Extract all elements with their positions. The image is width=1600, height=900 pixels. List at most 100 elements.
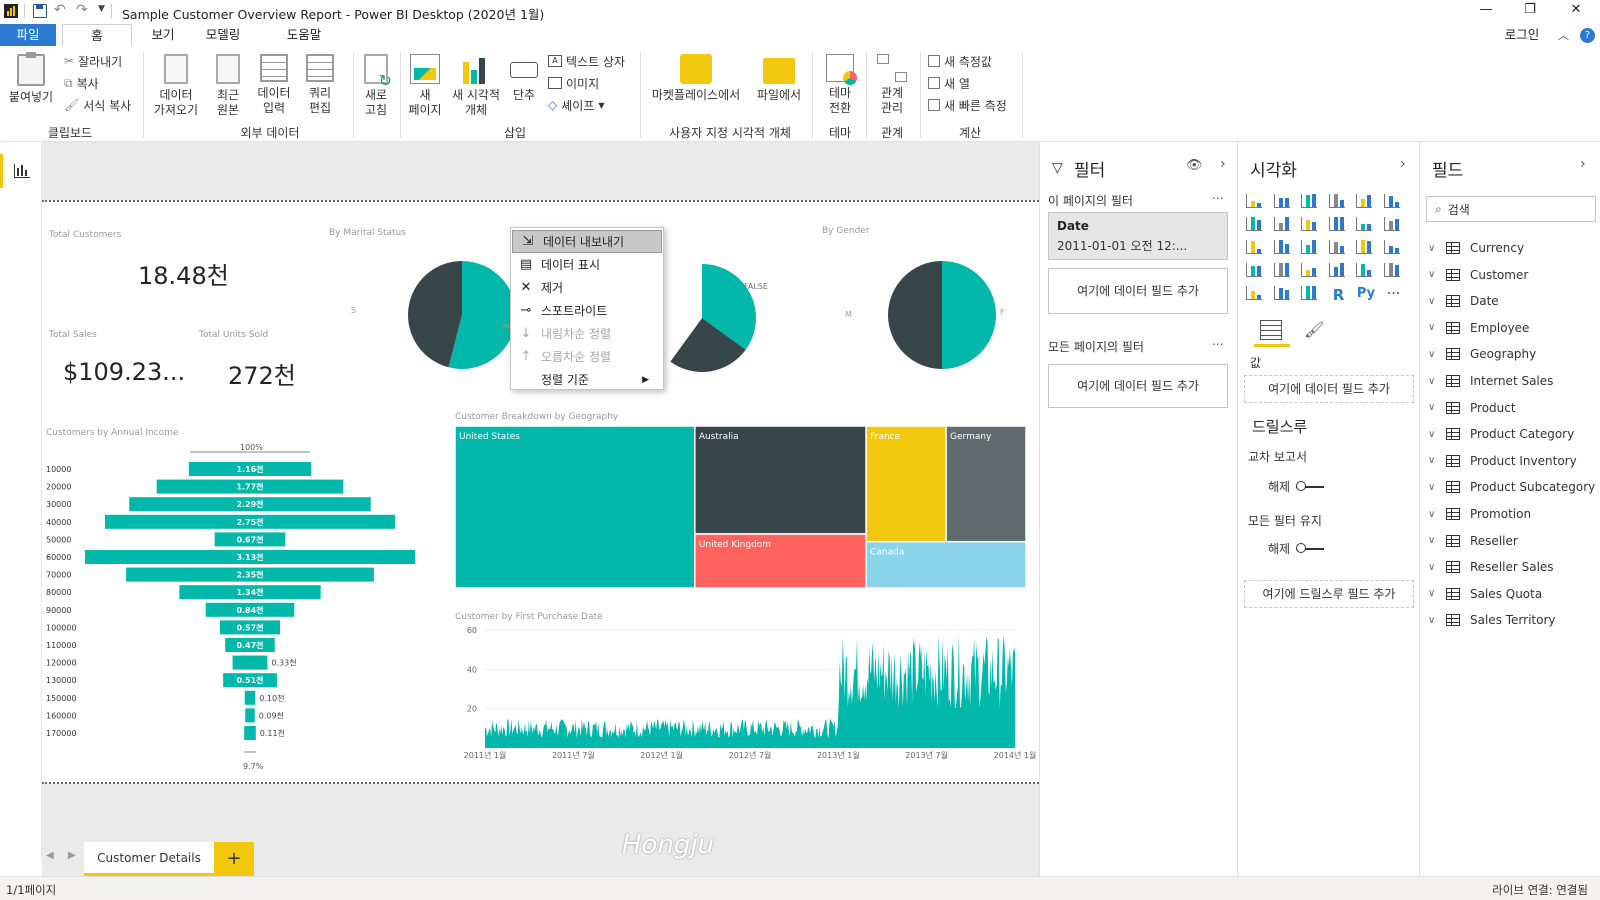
card-visual-icon[interactable] [1328,263,1345,277]
line-clustered-visual-icon[interactable] [1356,217,1372,231]
menu-export-data[interactable]: ⇲ 데이터 내보내기 [512,230,662,253]
expand-chevron-icon[interactable]: ∨ [1428,269,1442,280]
save-icon[interactable] [33,4,47,18]
textbox-button[interactable]: A 텍스트 상자 [548,52,625,70]
expand-chevron-icon[interactable]: ∨ [1428,243,1442,254]
funnel-bar-170000[interactable] [244,726,256,740]
manage-relations-button[interactable]: 관계 관리 [872,54,912,116]
tab-view[interactable]: 보기 [140,24,186,46]
stacked-bar-visual-icon[interactable] [1246,194,1262,208]
field-table-internet-sales[interactable]: ∨ Internet Sales [1428,371,1553,391]
marketplace-button[interactable]: 마켓플레이스에서 [648,54,744,103]
field-table-sales-territory[interactable]: ∨ Sales Territory [1428,610,1556,630]
format-painter-button[interactable]: 🖌 서식 복사 [64,96,131,114]
expand-chevron-icon[interactable]: ∨ [1428,535,1442,546]
report-view-icon[interactable] [14,164,30,178]
tab-file[interactable]: 파일 [0,24,56,46]
expand-chevron-icon[interactable]: ∨ [1428,562,1442,573]
treemap-tile-france[interactable] [865,425,947,543]
treemap-visual-icon[interactable] [1383,240,1400,254]
cut-button[interactable]: ✂ 잘라내기 [64,52,122,70]
first-purchase-area-chart[interactable]: 20 40 60 2011년 1월 2011년 7월 2012년 1월 2012년 7월 20… [455,626,1037,776]
login-link[interactable]: 로그인 [1500,24,1544,46]
stacked-column-visual-icon[interactable] [1273,194,1290,208]
new-quick-measure-button[interactable]: 새 빠른 측정 [928,96,1007,114]
funnel-visual-icon[interactable] [1273,240,1290,254]
collapse-fields-icon[interactable]: › [1580,156,1586,172]
funnel-bar-150000[interactable] [244,690,256,705]
expand-chevron-icon[interactable]: ∨ [1428,402,1442,413]
marital-status-pie-chart[interactable] [322,252,522,382]
expand-chevron-icon[interactable]: ∨ [1428,296,1442,307]
copy-button[interactable]: ⧉ 복사 [64,74,99,92]
fields-well-tab-icon[interactable] [1260,320,1282,340]
field-table-employee[interactable]: ∨ Employee [1428,318,1529,338]
r-script-visual-icon[interactable]: R [1329,286,1349,306]
refresh-button[interactable]: ↻ 새로 고침 [356,54,396,118]
new-page-button[interactable]: 새 페이지 [404,54,446,118]
field-table-currency[interactable]: ∨ Currency [1428,238,1524,258]
this-page-drop-well[interactable]: 여기에 데이터 필드 추가 [1048,268,1228,314]
field-table-product-category[interactable]: ∨ Product Category [1428,424,1574,444]
field-table-reseller[interactable]: ∨ Reseller [1428,531,1518,551]
gauge-visual-icon[interactable] [1301,263,1317,277]
menu-spotlight[interactable]: ⊸ 스포트라이트 [511,299,663,322]
treemap-tile-australia[interactable] [694,425,867,535]
annual-income-funnel-chart[interactable]: 10000 1.16천 20000 1.77천 30000 2.29천 40000 2.75천… [42,451,452,772]
undo-icon[interactable]: ↶ [54,2,66,18]
ribbon-visual-icon[interactable] [1383,217,1400,231]
expand-chevron-icon[interactable]: ∨ [1428,588,1442,599]
clustered-bar-visual-icon[interactable] [1301,194,1317,208]
expand-chevron-icon[interactable]: ∨ [1428,349,1442,360]
collapse-ribbon-icon[interactable]: ︿ [1558,27,1569,43]
tab-modeling[interactable]: 모델링 [194,24,252,46]
treemap-tile-germany[interactable] [945,425,1027,543]
field-table-customer[interactable]: ∨ Customer [1428,265,1528,285]
field-table-reseller-sales[interactable]: ∨ Reseller Sales [1428,557,1554,577]
field-table-promotion[interactable]: ∨ Promotion [1428,504,1531,524]
expand-chevron-icon[interactable]: ∨ [1428,322,1442,333]
expand-chevron-icon[interactable]: ∨ [1428,509,1442,520]
new-visual-button[interactable]: 새 시각적 개체 [448,54,504,118]
this-page-more-icon[interactable]: ... [1212,188,1223,202]
geography-treemap-chart[interactable]: United States Australia United Kingdom Fran… [454,425,1027,589]
collapse-filters-icon[interactable]: › [1220,156,1226,172]
add-page-button[interactable]: + [214,842,254,876]
cross-report-toggle[interactable]: 해제 [1268,478,1325,495]
next-page-icon[interactable]: ▶ [68,850,76,861]
expand-chevron-icon[interactable]: ∨ [1428,455,1442,466]
python-visual-icon[interactable]: Py [1356,286,1376,306]
table-visual-icon[interactable] [1273,286,1290,300]
pie-slice-F[interactable] [942,261,996,369]
matrix-visual-icon[interactable] [1301,286,1317,300]
menu-sort-by[interactable]: 정렬 기준 ▶ [511,368,663,391]
map-visual-icon[interactable] [1246,263,1262,277]
menu-show-data[interactable]: ▤ 데이터 표시 [511,253,663,276]
prev-page-icon[interactable]: ◀ [46,850,54,861]
all-pages-drop-well[interactable]: 여기에 데이터 필드 추가 [1048,364,1228,408]
expand-chevron-icon[interactable]: ∨ [1428,429,1442,440]
clustered-column-visual-icon[interactable] [1328,194,1345,208]
tab-help[interactable]: 도움말 [276,24,332,46]
field-table-geography[interactable]: ∨ Geography [1428,344,1536,364]
button-dropdown[interactable]: 단추 [506,54,542,103]
area-visual-icon[interactable] [1273,217,1290,231]
values-drop-well[interactable]: 여기에 데이터 필드 추가 [1244,375,1414,403]
pie-slice-M[interactable] [888,261,942,369]
field-table-product-subcategory[interactable]: ∨ Product Subcategory [1428,477,1595,497]
close-button[interactable]: ✕ [1556,2,1596,22]
page-tab-customer-details[interactable]: Customer Details [84,842,214,876]
keep-filters-toggle[interactable]: 해제 [1268,540,1325,557]
pie-visual-icon[interactable] [1328,240,1345,254]
100-column-visual-icon[interactable] [1383,194,1400,208]
recent-sources-button[interactable]: 최근 원본 [206,54,250,118]
date-filter-card[interactable]: Date 2011-01-01 오전 12:... [1048,212,1228,260]
help-icon[interactable]: ? [1580,28,1595,43]
field-table-date[interactable]: ∨ Date [1428,291,1499,311]
switch-theme-button[interactable]: 테마 전환 [820,54,860,116]
new-column-button[interactable]: 새 열 [928,74,970,92]
treemap-tile-united-states[interactable] [454,425,696,589]
funnel-bar-160000[interactable] [245,708,255,723]
image-button[interactable]: 이미지 [548,74,599,92]
gender-pie-chart[interactable] [822,252,1022,382]
